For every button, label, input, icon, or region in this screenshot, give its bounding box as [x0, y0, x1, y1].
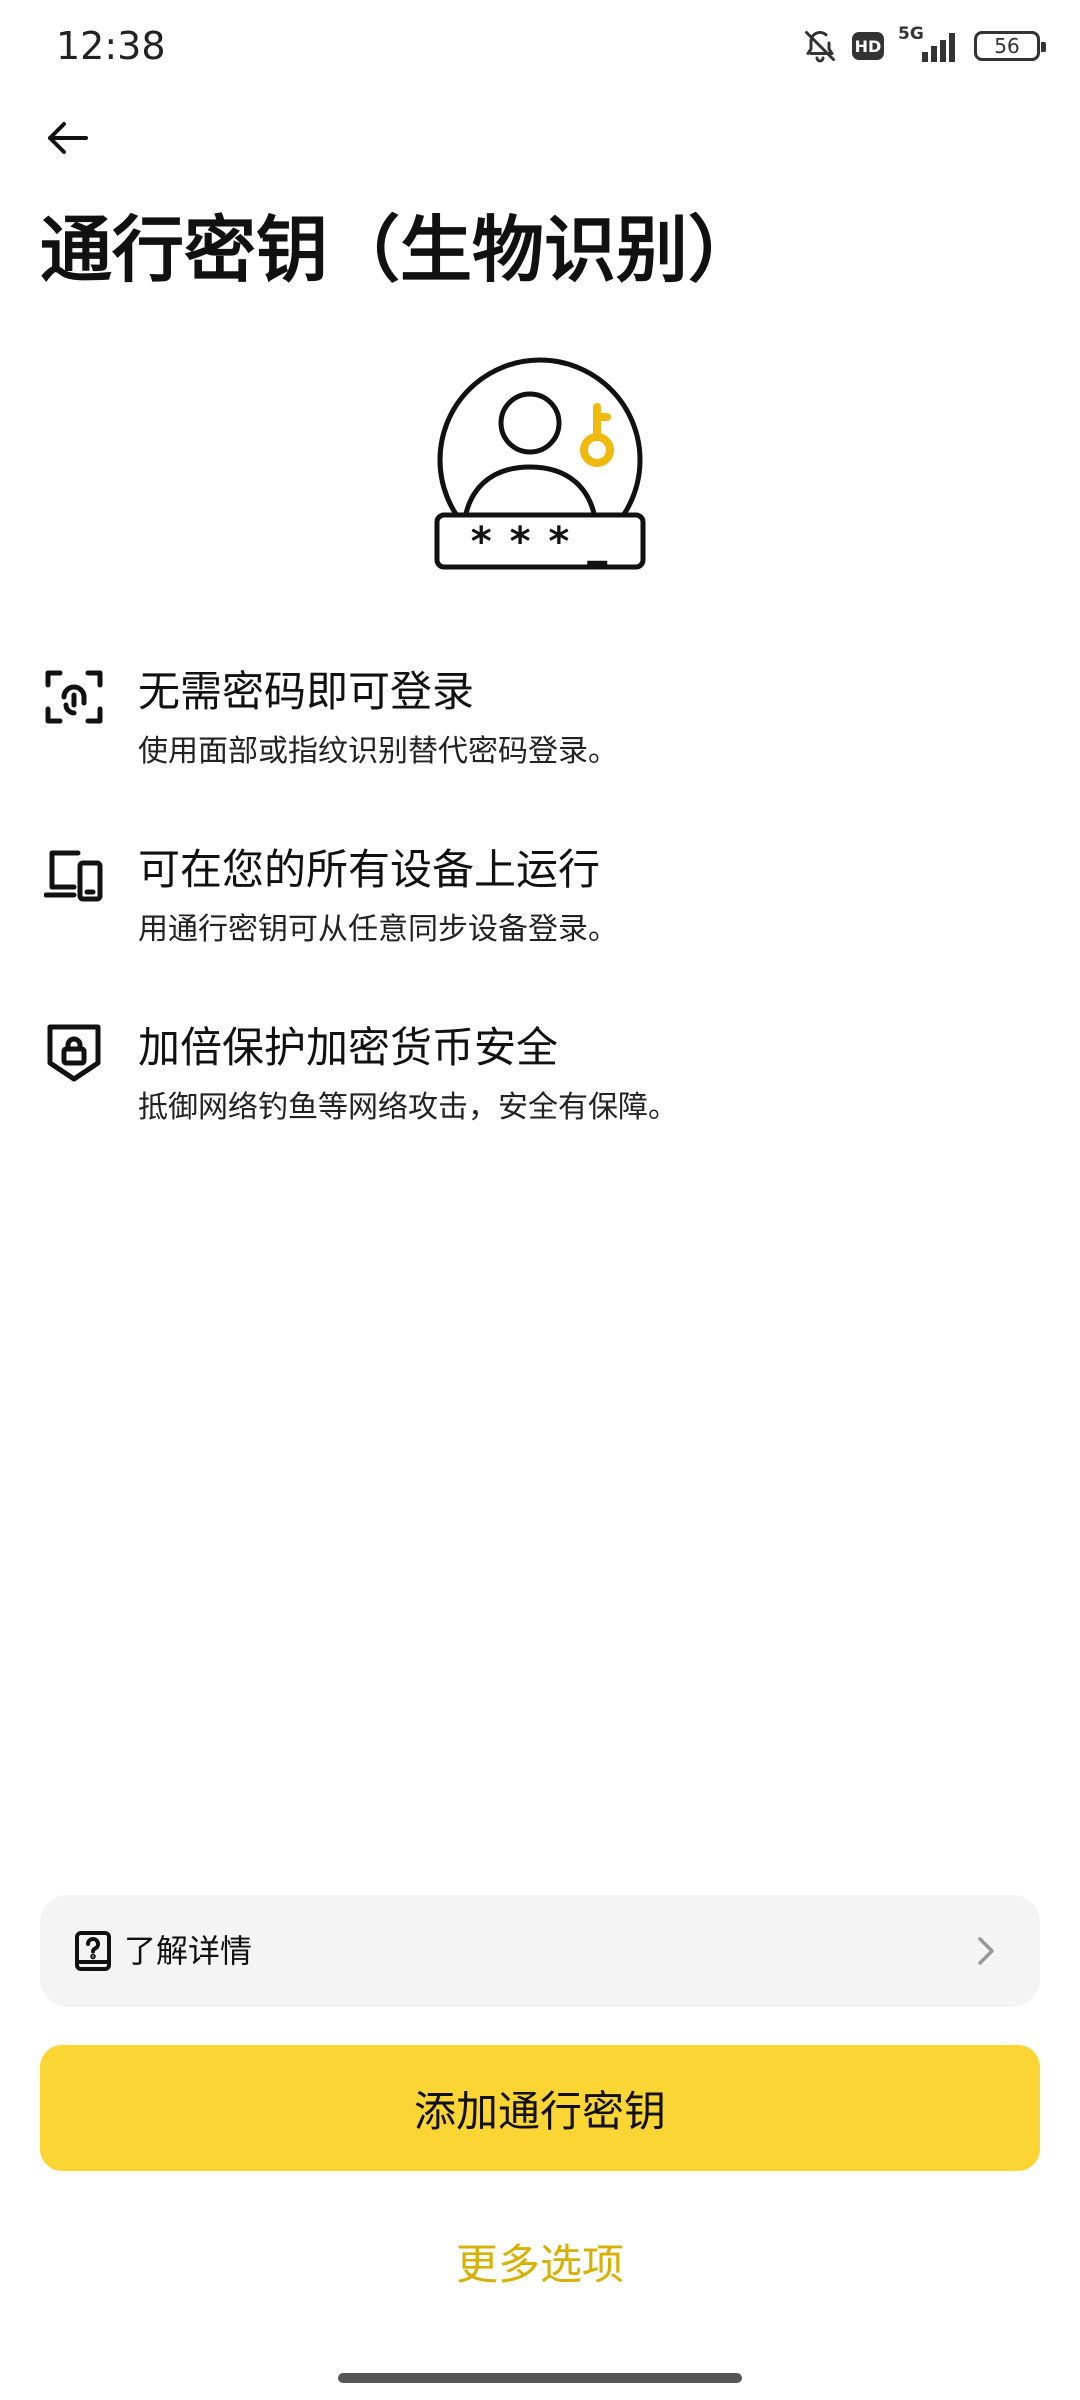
face-scan-icon: [44, 667, 104, 727]
feature-description: 用通行密钥可从任意同步设备登录。: [138, 912, 618, 947]
home-indicator[interactable]: [338, 2373, 742, 2383]
bell-off-icon: [802, 28, 838, 64]
learn-more-label: 了解详情: [124, 1932, 253, 1970]
feature-description: 使用面部或指纹识别替代密码登录。: [138, 734, 618, 769]
feature-item: 无需密码即可登录 使用面部或指纹识别替代密码登录。: [40, 657, 1040, 807]
page-title: 通行密钥（生物识别）: [40, 208, 761, 292]
question-icon: [74, 1930, 112, 1972]
password-mask: * * * _: [470, 519, 610, 565]
status-icons: HD 5G 56: [802, 22, 1046, 70]
add-passkey-button[interactable]: 添加通行密钥: [40, 2045, 1040, 2171]
devices-icon: [43, 845, 104, 905]
hd-badge: HD: [852, 32, 884, 60]
feature-item: 可在您的所有设备上运行 用通行密钥可从任意同步设备登录。: [40, 835, 1040, 985]
more-options-link[interactable]: 更多选项: [0, 2230, 1080, 2300]
battery-icon: 56: [974, 31, 1046, 61]
battery-level: 56: [994, 34, 1020, 58]
shield-lock-icon: [44, 1023, 104, 1083]
back-button[interactable]: [40, 110, 96, 166]
signal-icon: 5G: [898, 24, 960, 64]
feature-heading: 可在您的所有设备上运行: [138, 845, 601, 894]
passkey-illustration: * * * _: [425, 355, 655, 580]
chevron-right-icon: [974, 1933, 998, 1969]
feature-heading: 加倍保护加密货币安全: [138, 1023, 559, 1072]
status-time: 12:38: [56, 24, 166, 68]
feature-item: 加倍保护加密货币安全 抵御网络钓鱼等网络攻击，安全有保障。: [40, 1013, 1040, 1163]
feature-description: 抵御网络钓鱼等网络攻击，安全有保障。: [138, 1090, 678, 1125]
arrow-left-icon: [48, 122, 88, 154]
learn-more-card[interactable]: 了解详情: [40, 1895, 1040, 2007]
feature-heading: 无需密码即可登录: [138, 667, 475, 716]
